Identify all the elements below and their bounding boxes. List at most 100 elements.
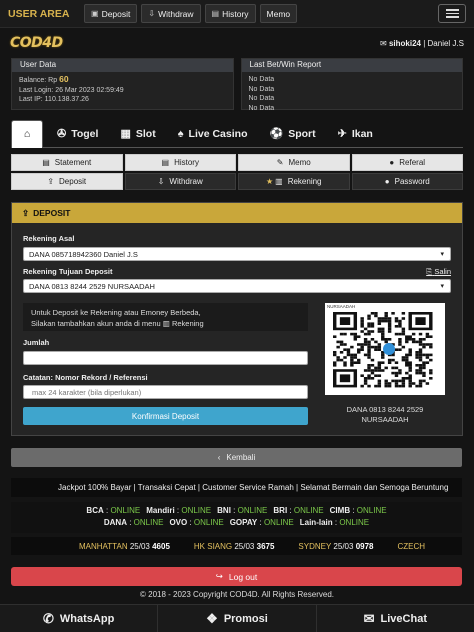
- bank-status-value: ONLINE: [356, 506, 387, 515]
- info-panels: User Data Balance: Rp 60 Last Login: 26 …: [0, 58, 474, 112]
- logout-label: Log out: [228, 571, 258, 582]
- bank-status-item: DANA : ONLINE: [103, 518, 164, 527]
- whatsapp-button[interactable]: ✆ WhatsApp: [0, 605, 159, 632]
- bank-status-value: ONLINE: [339, 518, 370, 527]
- lottery-date: 25/03: [129, 541, 150, 551]
- chevron-down-icon: ▾: [440, 251, 444, 258]
- kembali-button[interactable]: ‹ Kembali: [11, 448, 462, 467]
- livechat-button[interactable]: ✉ LiveChat: [317, 605, 474, 632]
- bank-status-value: ONLINE: [293, 506, 324, 515]
- last-bet-row: No Data: [248, 85, 275, 93]
- subnav-memo[interactable]: ✎ Memo: [238, 154, 350, 171]
- last-bet-panel: Last Bet/Win Report No Data No Data No D…: [240, 58, 463, 112]
- bank-name: CIMB: [329, 506, 351, 515]
- chevron-left-icon: ‹: [217, 453, 221, 462]
- mail-icon: ✉: [380, 38, 387, 48]
- subnav-referal[interactable]: ● Referal: [351, 154, 463, 171]
- last-login: Last Login: 26 Mar 2023 02:59:49: [19, 86, 124, 94]
- promosi-label: Promosi: [223, 612, 268, 625]
- bank-icon: ▥: [275, 177, 283, 186]
- lottery-date: 25/03: [234, 541, 255, 551]
- bank-name: DANA: [103, 518, 127, 527]
- lottery-item: CZECH: [397, 542, 425, 551]
- username[interactable]: sihoki24: [389, 39, 421, 48]
- tab-slot[interactable]: ▦ Slot: [120, 120, 155, 148]
- tab-togel[interactable]: ✇ Togel: [57, 120, 98, 148]
- subnav-rekening[interactable]: ★ ▥ Rekening: [238, 173, 350, 190]
- top-withdraw-button[interactable]: ⇩ Withdraw: [141, 4, 201, 23]
- gift-icon: ❖: [206, 610, 218, 626]
- tab-ikan[interactable]: ✈ Ikan: [338, 120, 373, 148]
- subnav-withdraw[interactable]: ⇩ Withdraw: [124, 173, 236, 190]
- slot-icon: ▦: [120, 128, 131, 140]
- sub-nav: ▤ Statement ▤ History ✎ Memo ● Referal ⇪ Depo…: [0, 154, 474, 190]
- tab-live-casino-label: Live Casino: [188, 127, 248, 140]
- top-deposit-button[interactable]: ▣ Deposit: [84, 4, 138, 23]
- subnav-password[interactable]: ● Password: [351, 173, 463, 190]
- bottom-bar: ✆ WhatsApp ❖ Promosi ✉ LiveChat: [0, 604, 474, 632]
- deposit-icon: ⇪: [22, 207, 30, 218]
- subnav-statement[interactable]: ▤ Statement: [11, 154, 123, 171]
- subnav-history[interactable]: ▤ History: [124, 154, 236, 171]
- brand-row: COD4D ✉ sihoki24 | Daniel J.S: [0, 28, 474, 58]
- konfirmasi-deposit-button[interactable]: Konfirmasi Deposit: [23, 407, 308, 425]
- fullname: Daniel J.S: [427, 38, 464, 48]
- subnav-label: Statement: [54, 158, 92, 167]
- whatsapp-label: WhatsApp: [59, 612, 115, 625]
- history-icon: ▤: [211, 9, 220, 18]
- salin-link[interactable]: ⎘ Salin: [426, 267, 451, 277]
- lottery-market: MANHATTAN: [79, 541, 128, 551]
- balance-value: 60: [59, 74, 69, 84]
- top-memo-label: Memo: [266, 8, 291, 19]
- history-icon: ▤: [161, 158, 170, 167]
- tab-sport-label: Sport: [288, 127, 316, 140]
- promosi-button[interactable]: ❖ Promosi: [158, 605, 317, 632]
- jumlah-input[interactable]: [23, 351, 308, 365]
- qr-caption: DANA 0813 8244 2529 NURSAADAH: [325, 405, 445, 425]
- bank-name: Mandiri: [146, 506, 175, 515]
- last-bet-title: Last Bet/Win Report: [241, 59, 462, 72]
- menu-toggle-button[interactable]: [438, 4, 466, 23]
- whatsapp-icon: ✆: [43, 610, 54, 626]
- top-memo-button[interactable]: Memo: [259, 4, 298, 23]
- jumlah-label: Jumlah: [23, 338, 50, 347]
- bank-name: BRI: [273, 506, 288, 515]
- rekening-tujuan-select[interactable]: DANA 0813 8244 2529 NURSAADAH ▾: [23, 279, 451, 293]
- user-data-panel: User Data Balance: Rp 60 Last Login: 26 …: [11, 58, 234, 110]
- notice-line-1: Untuk Deposit ke Rekening atau Emoney Be…: [31, 308, 201, 317]
- tab-sport[interactable]: ⚽ Sport: [269, 120, 315, 148]
- last-ip: Last IP: 110.138.37.26: [19, 96, 89, 103]
- rekening-tujuan-group: Rekening Tujuan Deposit ⎘ Salin DANA 081…: [23, 267, 451, 293]
- rekening-asal-select[interactable]: DANA 085718942360 Daniel J.S ▾: [23, 247, 451, 261]
- bank-name: GOPAY: [229, 518, 258, 527]
- catatan-group: Catatan: Nomor Rekord / Referensi max 24…: [23, 373, 308, 399]
- last-bet-row: No Data: [248, 104, 275, 112]
- logout-button[interactable]: ↪ Log out: [11, 567, 462, 586]
- catatan-input[interactable]: max 24 karakter (bila diperlukan): [23, 385, 308, 399]
- lottery-date: 25/03: [333, 541, 354, 551]
- notice-line-2: Silakan tambahkan akun anda di menu ▥ Re…: [31, 318, 300, 329]
- subnav-deposit[interactable]: ⇪ Deposit: [11, 173, 123, 190]
- tab-live-casino[interactable]: ♠ Live Casino: [178, 120, 248, 148]
- top-deposit-label: Deposit: [101, 8, 131, 19]
- tab-home[interactable]: ⌂: [11, 119, 43, 148]
- notice-rekening-link[interactable]: Rekening: [172, 319, 204, 328]
- qr-name: NURSAADAH: [327, 304, 356, 309]
- deposit-icon: ⇪: [47, 177, 55, 186]
- lottery-number: 3675: [256, 541, 275, 551]
- top-history-label: History: [222, 8, 249, 19]
- subnav-label: History: [174, 158, 199, 167]
- bank-status-item: CIMB : ONLINE: [329, 506, 387, 515]
- bank-status-item: BRI : ONLINE: [273, 506, 324, 515]
- bank-status-item: OVO : ONLINE: [169, 518, 224, 527]
- bank-status: BCA : ONLINE Mandiri : ONLINE BNI : ONLI…: [11, 502, 462, 533]
- kembali-label: Kembali: [226, 453, 256, 462]
- top-history-button[interactable]: ▤ History: [204, 4, 256, 23]
- chat-icon: ✉: [363, 610, 375, 626]
- qr-caption-line-2: NURSAADAH: [361, 415, 409, 424]
- bank-status-row-2: DANA : ONLINE OVO : ONLINE GOPAY : ONLIN…: [11, 518, 462, 527]
- notice-line-2-text: Silakan tambahkan akun anda di menu: [31, 319, 161, 328]
- site-logo[interactable]: COD4D: [10, 35, 63, 51]
- bank-status-row-1: BCA : ONLINE Mandiri : ONLINE BNI : ONLI…: [11, 506, 462, 515]
- chevron-down-icon: ▾: [440, 283, 444, 290]
